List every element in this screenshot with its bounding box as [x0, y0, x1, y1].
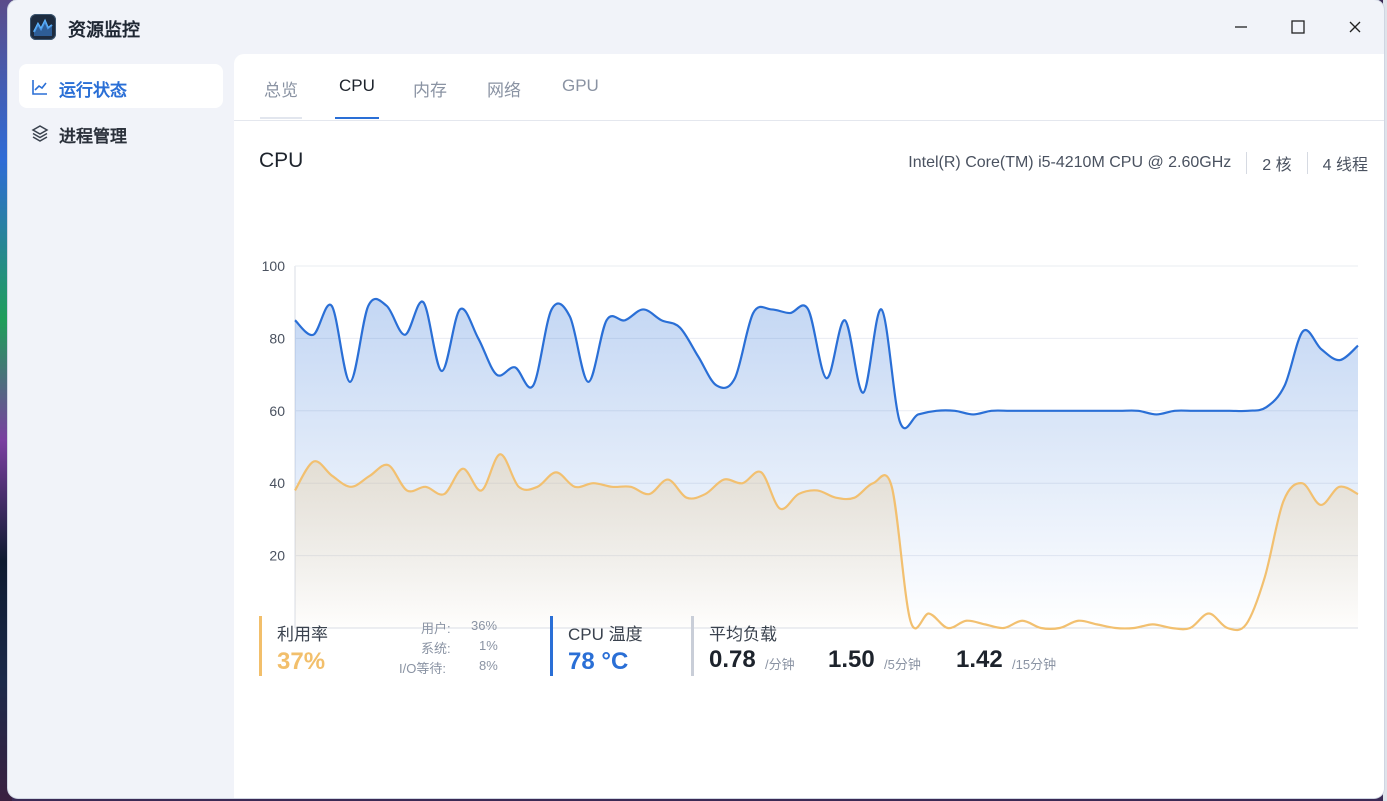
window-title: 资源监控: [68, 20, 140, 40]
sidebar-item-processes[interactable]: 进程管理: [19, 110, 223, 154]
tab-overview[interactable]: 总览: [260, 76, 302, 119]
load-5min-unit: /5分钟: [884, 657, 921, 672]
y-tick-label: 100: [262, 258, 286, 274]
sidebar-item-label: 运行状态: [59, 81, 127, 100]
tab-label: 内存: [413, 81, 447, 100]
close-button[interactable]: [1337, 12, 1373, 42]
usage-value: 37%: [277, 648, 326, 675]
tab-label: GPU: [562, 76, 599, 95]
tab-memory[interactable]: 内存: [413, 76, 447, 119]
app-icon: [30, 14, 56, 40]
load-15min-unit: /15分钟: [1012, 657, 1057, 672]
temp-value: 78 °C: [568, 648, 629, 675]
title-bar[interactable]: 资源监控: [8, 0, 1384, 54]
system-value: 1%: [479, 638, 498, 653]
close-icon: [1349, 21, 1361, 33]
tab-bar: 总览 CPU 内存 网络 GPU: [234, 54, 1384, 121]
cpu-usage-chart: 100 80 60 40 20: [262, 258, 1359, 632]
cpu-model: Intel(R) Core(TM) i5-4210M CPU @ 2.60GHz: [908, 154, 1232, 171]
sidebar-item-label: 进程管理: [59, 127, 127, 146]
load-1min-value: 0.78: [709, 646, 756, 673]
sidebar: 运行状态 进程管理: [8, 54, 234, 798]
maximize-icon: [1291, 20, 1305, 34]
system-label: 系统:: [421, 641, 451, 656]
usage-accent-bar: [259, 616, 262, 676]
sidebar-item-status[interactable]: 运行状态: [19, 64, 223, 108]
tab-label: 网络: [487, 81, 521, 100]
tab-cpu[interactable]: CPU: [335, 76, 379, 119]
user-label: 用户:: [421, 621, 451, 636]
load-accent-bar: [691, 616, 694, 676]
minimize-icon: [1235, 26, 1247, 28]
usage-label: 利用率: [277, 625, 328, 644]
section-title: CPU: [259, 149, 304, 172]
load-1min-unit: /分钟: [765, 657, 795, 672]
app-window: 资源监控 运行状态 进程管理 总览 CPU 内存 网络 GPU CPU Inte…: [8, 0, 1384, 798]
cpu-info: Intel(R) Core(TM) i5-4210M CPU @ 2.60GHz…: [908, 151, 1368, 175]
y-tick-label: 80: [269, 330, 285, 346]
y-tick-label: 20: [269, 548, 285, 564]
cpu-cores: 2 核: [1262, 157, 1292, 174]
divider: [1306, 152, 1308, 174]
cpu-threads: 4 线程: [1322, 157, 1368, 174]
load-5min-value: 1.50: [828, 646, 875, 673]
y-tick-label: 40: [269, 475, 285, 491]
temp-accent-bar: [550, 616, 553, 676]
load-label: 平均负载: [709, 625, 777, 644]
tab-gpu[interactable]: GPU: [562, 76, 599, 119]
load-15min-value: 1.42: [956, 646, 1003, 673]
main-panel: 总览 CPU 内存 网络 GPU CPU Intel(R) Core(TM) i…: [234, 54, 1384, 798]
io-value: 8%: [479, 658, 498, 673]
line-chart-icon: [32, 80, 47, 95]
temp-label: CPU 温度: [568, 625, 643, 644]
tab-label: CPU: [339, 76, 375, 95]
y-tick-label: 60: [269, 403, 285, 419]
minimize-button[interactable]: [1223, 12, 1259, 42]
divider: [1246, 152, 1248, 174]
tab-network[interactable]: 网络: [487, 76, 521, 119]
user-value: 36%: [471, 618, 498, 633]
layers-icon: [31, 125, 49, 142]
io-label: I/O等待:: [399, 661, 446, 676]
maximize-button[interactable]: [1280, 12, 1316, 42]
tab-label: 总览: [264, 81, 298, 100]
